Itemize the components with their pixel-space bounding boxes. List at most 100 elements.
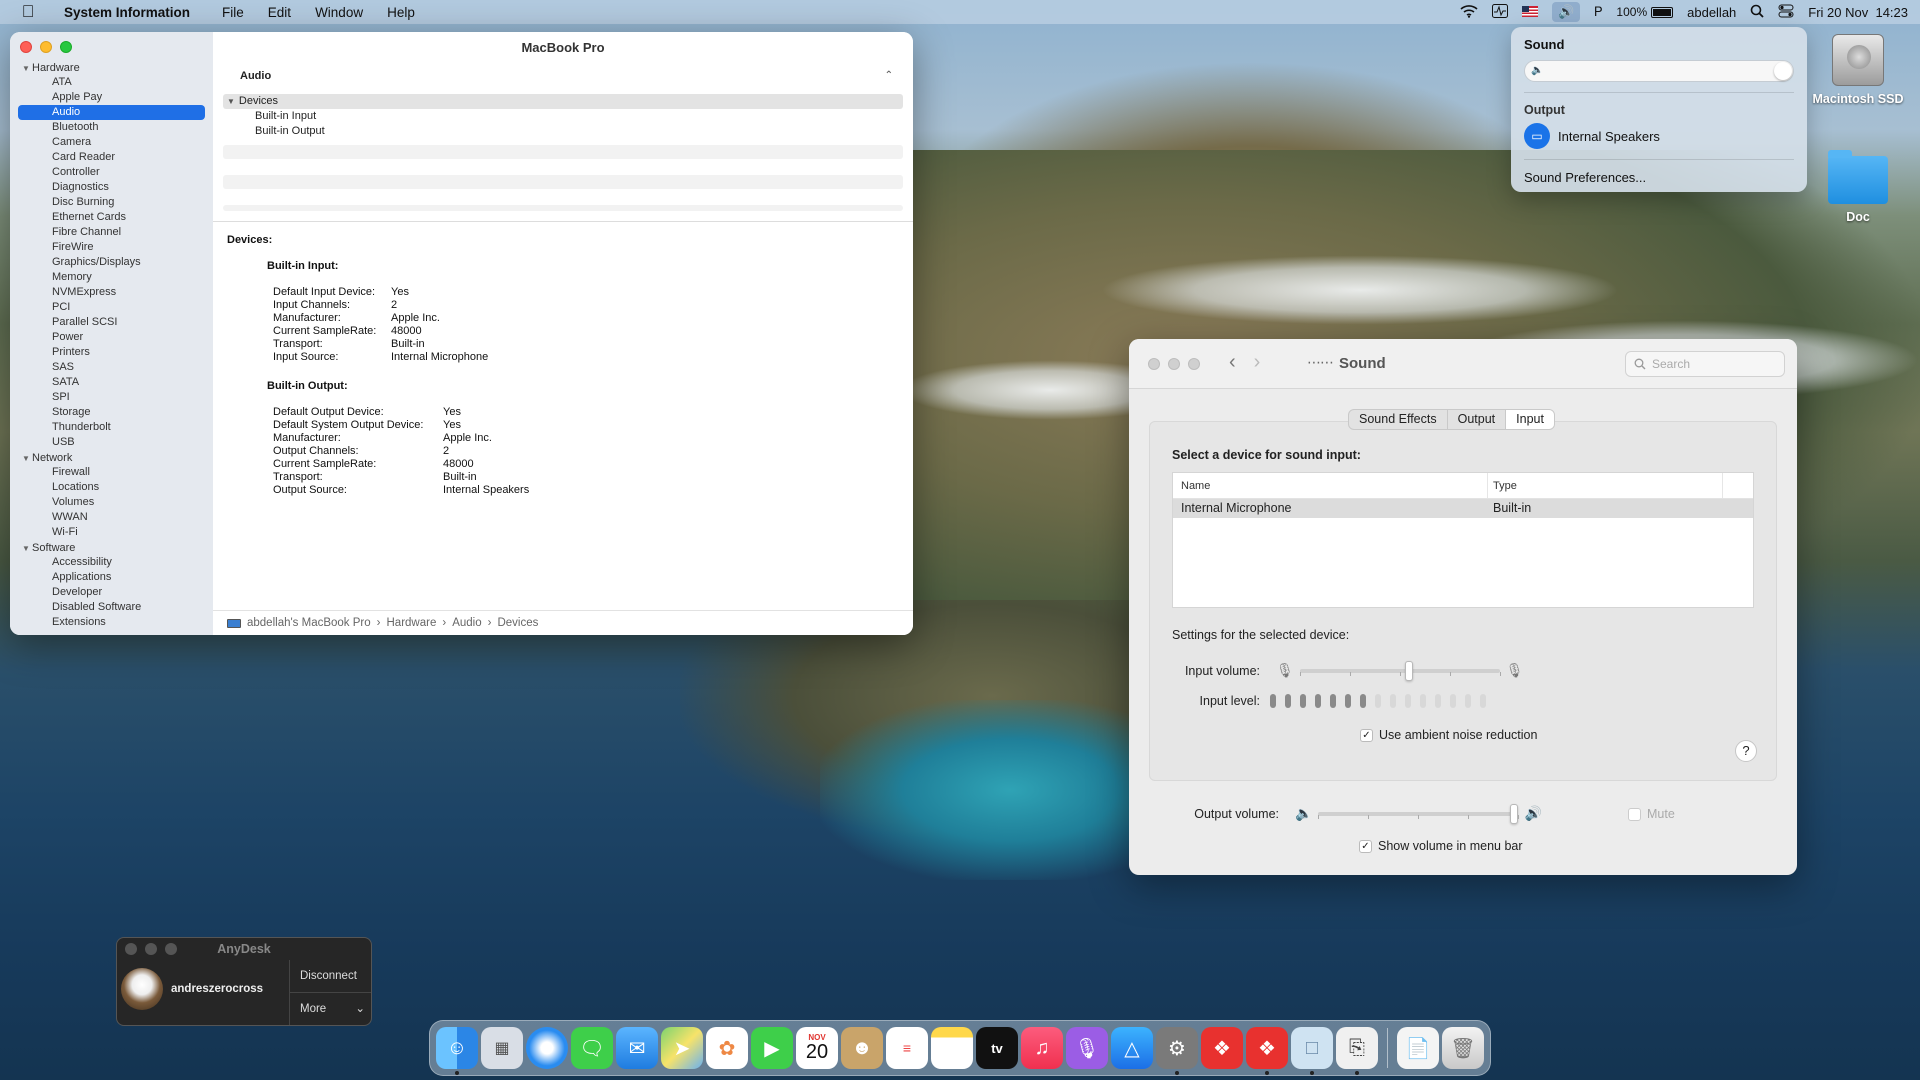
launchpad-icon[interactable]: ▦ [481, 1027, 523, 1069]
mail-icon[interactable]: ✉ [616, 1027, 658, 1069]
checkbox-box[interactable]: ✓ [1359, 839, 1372, 853]
disclosure-triangle-icon[interactable]: ▼ [22, 452, 32, 466]
menu-edit[interactable]: Edit [256, 5, 303, 20]
sidebar-item-ethernet-cards[interactable]: Ethernet Cards [10, 210, 213, 225]
section-header[interactable]: Audio ⌃ [213, 70, 913, 92]
music-icon[interactable]: ♫ [1021, 1027, 1063, 1069]
zoom-button[interactable] [60, 41, 72, 53]
trash-icon[interactable]: 🗑 [1442, 1027, 1484, 1069]
path-item[interactable]: Audio [452, 617, 481, 629]
tree-row-built-in-output[interactable]: Built-in Output [223, 124, 903, 139]
sidebar-item-ata[interactable]: ATA [10, 75, 213, 90]
slider-knob[interactable] [1510, 803, 1519, 824]
sidebar-item-usb[interactable]: USB [10, 435, 213, 450]
zoom-button[interactable] [1188, 358, 1200, 370]
control-center-icon[interactable] [1778, 4, 1794, 21]
sound-preferences-link[interactable]: Sound Preferences... [1524, 170, 1794, 185]
sidebar-item-card-reader[interactable]: Card Reader [10, 150, 213, 165]
sidebar-item-extensions[interactable]: Extensions [10, 615, 213, 630]
sidebar-item-graphics-displays[interactable]: Graphics/Displays [10, 255, 213, 270]
noise-reduction-checkbox[interactable]: ✓ Use ambient noise reduction [1360, 728, 1537, 742]
search-field[interactable]: Search [1625, 351, 1785, 377]
sidebar-item-apple-pay[interactable]: Apple Pay [10, 90, 213, 105]
menu-help[interactable]: Help [375, 5, 427, 20]
show-volume-checkbox[interactable]: ✓ Show volume in menu bar [1359, 839, 1523, 853]
sidebar-item-wi-fi[interactable]: Wi-Fi [10, 525, 213, 540]
finder-icon[interactable]: ☺ [436, 1027, 478, 1075]
table-row[interactable]: Internal Microphone Built-in [1173, 499, 1753, 518]
app-store-icon[interactable]: △ [1111, 1027, 1153, 1069]
sidebar-item-audio[interactable]: Audio [18, 105, 205, 120]
desktop-icon-macintosh-ssd[interactable]: Macintosh SSD [1808, 34, 1908, 106]
path-item[interactable]: Hardware [387, 617, 437, 629]
close-button[interactable] [1148, 358, 1160, 370]
sidebar-item-sas[interactable]: SAS [10, 360, 213, 375]
minimize-button[interactable] [40, 41, 52, 53]
menu-app-name[interactable]: System Information [54, 5, 210, 20]
photos-icon[interactable]: ✿ [706, 1027, 748, 1069]
disclosure-triangle-icon[interactable]: ▼ [227, 97, 235, 106]
path-item[interactable]: Devices [497, 617, 538, 629]
output-volume-slider[interactable] [1318, 803, 1520, 824]
apple-menu-icon[interactable]:  [18, 2, 38, 22]
sidebar-category-software[interactable]: ▼ Software [10, 540, 213, 555]
sidebar-item-storage[interactable]: Storage [10, 405, 213, 420]
disclosure-triangle-icon[interactable]: ▼ [22, 542, 32, 556]
sidebar-item-sata[interactable]: SATA [10, 375, 213, 390]
sidebar-item-firewire[interactable]: FireWire [10, 240, 213, 255]
sidebar-item-camera[interactable]: Camera [10, 135, 213, 150]
sidebar-item-pci[interactable]: PCI [10, 300, 213, 315]
sidebar-item-memory[interactable]: Memory [10, 270, 213, 285]
facetime-icon[interactable]: ▶ [751, 1027, 793, 1069]
safari-icon[interactable]: ✧ [526, 1027, 568, 1069]
menu-window[interactable]: Window [303, 5, 375, 20]
path-item[interactable]: abdellah's MacBook Pro [247, 617, 371, 629]
contacts-icon[interactable]: ☻ [841, 1027, 883, 1069]
spotlight-icon[interactable] [1750, 4, 1764, 21]
minimize-button[interactable] [145, 943, 157, 955]
wifi-icon[interactable] [1460, 4, 1478, 21]
apple-tv-icon[interactable]: tv [976, 1027, 1018, 1069]
mute-checkbox[interactable]: Mute [1628, 807, 1675, 821]
maps-icon[interactable]: ➤ [661, 1027, 703, 1069]
sidebar-item-wwan[interactable]: WWAN [10, 510, 213, 525]
sidebar-item-controller[interactable]: Controller [10, 165, 213, 180]
chevron-up-icon[interactable]: ⌃ [885, 70, 893, 81]
sidebar-item-diagnostics[interactable]: Diagnostics [10, 180, 213, 195]
zoom-button[interactable] [165, 943, 177, 955]
tab-sound-effects[interactable]: Sound Effects [1349, 410, 1448, 429]
sidebar-item-developer[interactable]: Developer [10, 585, 213, 600]
calendar-icon[interactable]: NOV 20 [796, 1027, 838, 1069]
sidebar-item-power[interactable]: Power [10, 330, 213, 345]
sidebar-item-bluetooth[interactable]: Bluetooth [10, 120, 213, 135]
sidebar-item-disabled-software[interactable]: Disabled Software [10, 600, 213, 615]
menu-user[interactable]: abdellah [1687, 5, 1736, 20]
forward-chevron-icon[interactable]: › [1254, 351, 1261, 374]
sidebar-item-spi[interactable]: SPI [10, 390, 213, 405]
podcasts-icon[interactable]: 🎙 [1066, 1027, 1108, 1069]
desktop-icon-doc[interactable]: Doc [1808, 150, 1908, 224]
checkbox-box[interactable]: ✓ [1360, 728, 1373, 742]
minimize-button[interactable] [1168, 358, 1180, 370]
disclosure-triangle-icon[interactable]: ▼ [22, 62, 32, 76]
back-chevron-icon[interactable]: ‹ [1229, 351, 1236, 374]
sidebar-item-disc-burning[interactable]: Disc Burning [10, 195, 213, 210]
volume-menu-icon[interactable]: 🔊 [1552, 2, 1581, 22]
sidebar-item-printers[interactable]: Printers [10, 345, 213, 360]
sidebar-item-locations[interactable]: Locations [10, 480, 213, 495]
help-button[interactable]: ? [1735, 740, 1757, 762]
system-preferences-icon[interactable]: ⚙ [1156, 1027, 1198, 1075]
input-volume-slider[interactable] [1299, 660, 1501, 681]
sound-menu-volume-slider[interactable]: 🔈 [1524, 60, 1794, 82]
column-header-type[interactable]: Type [1488, 473, 1723, 498]
preview-icon[interactable]: □ [1291, 1027, 1333, 1075]
sidebar-item-firewall[interactable]: Firewall [10, 465, 213, 480]
menu-file[interactable]: File [210, 5, 256, 20]
sidebar-category-hardware[interactable]: ▼ Hardware [10, 60, 213, 75]
checkbox-box[interactable] [1628, 807, 1641, 821]
battery-status[interactable]: 100% [1616, 5, 1674, 19]
volume-slider-knob[interactable] [1774, 62, 1792, 80]
input-flag-icon[interactable] [1522, 5, 1539, 20]
disconnect-button[interactable]: Disconnect [290, 960, 371, 993]
column-header-name[interactable]: Name [1173, 473, 1488, 498]
